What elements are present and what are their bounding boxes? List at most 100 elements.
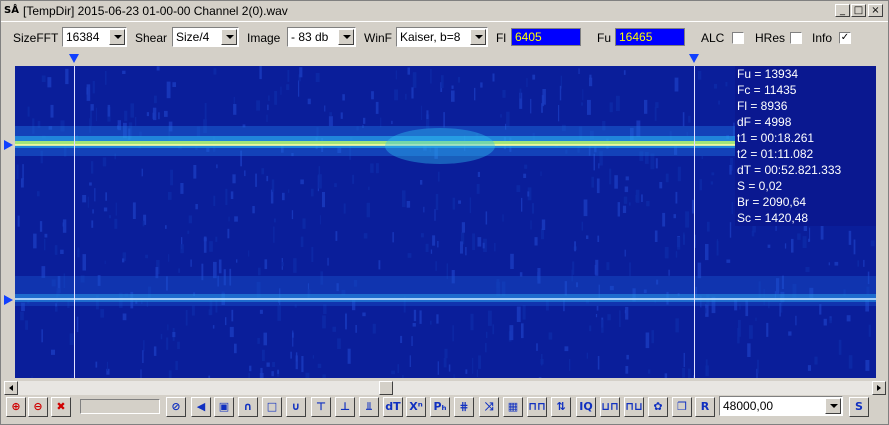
gear-button[interactable]: ✿ (648, 397, 668, 417)
shear-select[interactable]: Size/4 (172, 27, 239, 47)
zoom-reset-icon: ✖ (56, 400, 66, 413)
arc-up-icon: ∩ (243, 400, 253, 413)
speaker-button[interactable]: ◀ (191, 397, 211, 417)
image-label: Image (247, 31, 281, 45)
cursor2-line[interactable] (694, 66, 695, 378)
grid-button[interactable]: ▦ (503, 397, 523, 417)
stop-icon: ⊘ (171, 400, 181, 413)
ph-button[interactable]: Pₕ (430, 397, 450, 417)
winf-label: WinF (364, 31, 392, 45)
alc-label: ALC (701, 31, 725, 45)
image-value: - 83 db (291, 30, 329, 44)
title-bar[interactable]: SÅ [TempDir] 2015-06-23 01-00-00 Channel… (1, 1, 888, 22)
sizefft-select[interactable]: 16384 (62, 27, 127, 47)
scroll-left-button[interactable] (4, 381, 18, 395)
xn-icon: Xⁿ (409, 400, 423, 413)
updown-button[interactable]: ⇅ (551, 397, 571, 417)
alc-checkbox[interactable] (732, 32, 744, 44)
shear-value: Size/4 (176, 30, 210, 44)
arrow-left-icon (9, 385, 13, 391)
chevron-down-icon[interactable] (338, 29, 354, 45)
cursor1-top-marker-icon[interactable] (69, 54, 79, 63)
readout-sc: Sc = 1420,48 (737, 211, 809, 225)
wave2-button[interactable]: ⊓⊔ (624, 397, 644, 417)
zoom-in-icon: ⊕ (11, 400, 21, 413)
readout-t1: t1 = 00:18.261 (737, 131, 815, 145)
app-logo-icon: SÅ (4, 5, 19, 16)
fu-value: 16465 (619, 30, 653, 44)
pulse-icon: ⊓⊓ (528, 400, 546, 413)
horizontal-scrollbar[interactable] (4, 381, 886, 395)
swap-button[interactable]: ⤨ (479, 397, 499, 417)
chevron-down-icon[interactable] (221, 29, 237, 45)
grid-icon: ▦ (507, 400, 519, 413)
hres-label: HRes (755, 31, 786, 45)
updown-icon: ⇅ (556, 400, 566, 413)
pulse-button[interactable]: ⊓⊓ (527, 397, 547, 417)
stop-button[interactable]: ⊘ (166, 397, 186, 417)
iq-button[interactable]: IQ (576, 397, 596, 417)
marker-bottom-button[interactable]: ⊥ (335, 397, 355, 417)
dt-button[interactable]: dT (383, 397, 403, 417)
s-button[interactable]: S (849, 397, 869, 417)
band-marker-lower-icon[interactable] (4, 295, 13, 305)
band-marker-upper-icon[interactable] (4, 140, 13, 150)
zoom-out-icon: ⊖ (33, 400, 43, 413)
readout-t2: t2 = 01:11.082 (737, 147, 814, 161)
marker-top-button[interactable]: ⊤ (311, 397, 331, 417)
samplerate-select[interactable]: 48000,00 (719, 396, 843, 416)
winf-select[interactable]: Kaiser, b=8 (396, 27, 488, 47)
swap-icon: ⤨ (484, 400, 494, 413)
samplerate-value: 48000,00 (723, 399, 774, 413)
zoom-out-button[interactable]: ⊖ (28, 397, 48, 417)
frame-icon: ▣ (218, 400, 230, 413)
fu-label: Fu (597, 31, 612, 45)
copy-button[interactable]: ❐ (672, 397, 692, 417)
window-title: [TempDir] 2015-06-23 01-00-00 Channel 2(… (23, 4, 288, 18)
info-readout-panel: Fu = 13934 Fc = 11435 Fl = 8936 dF = 499… (735, 66, 876, 226)
wave-icon: ⊔⊓ (601, 400, 619, 413)
gear-icon: ✿ (653, 400, 663, 413)
rectangle-button[interactable]: □ (262, 397, 282, 417)
info-checkbox[interactable]: ✓ (839, 32, 851, 44)
marker-both-button[interactable]: ⫫ (359, 397, 379, 417)
ph-icon: Pₕ (433, 400, 447, 413)
minimize-button[interactable]: _ (835, 4, 850, 17)
signal-blob (385, 128, 495, 164)
comb-button[interactable]: ⋕ (454, 397, 474, 417)
maximize-button[interactable]: □ (851, 4, 866, 17)
marker-top-icon: ⊤ (315, 400, 327, 413)
wave-button[interactable]: ⊔⊓ (600, 397, 620, 417)
rectangle-icon: □ (266, 400, 278, 413)
close-button[interactable]: × (868, 4, 883, 17)
frame-button[interactable]: ▣ (214, 397, 234, 417)
r-button[interactable]: R (695, 397, 715, 417)
chevron-down-icon[interactable] (109, 29, 125, 45)
fu-field[interactable]: 16465 (615, 28, 685, 46)
settings-toolbar: SizeFFT 16384 Shear Size/4 Image - 83 db… (1, 22, 888, 52)
xn-button[interactable]: Xⁿ (406, 397, 426, 417)
arrow-right-icon (877, 385, 881, 391)
chevron-down-icon[interactable] (470, 29, 486, 45)
readout-df: dF = 4998 (737, 115, 792, 129)
scroll-thumb[interactable] (379, 381, 393, 395)
fl-field[interactable]: 6405 (511, 28, 581, 46)
spectrogram-canvas[interactable]: Fu = 13934 Fc = 11435 Fl = 8936 dF = 499… (15, 66, 876, 378)
cursor1-line[interactable] (74, 66, 75, 378)
readout-fc: Fc = 11435 (737, 83, 797, 97)
scroll-right-button[interactable] (872, 381, 886, 395)
cursor2-top-marker-icon[interactable] (689, 54, 699, 63)
arc-down-button[interactable]: ∪ (286, 397, 306, 417)
progress-bar (80, 399, 160, 414)
zoom-reset-button[interactable]: ✖ (51, 397, 71, 417)
arc-up-button[interactable]: ∩ (238, 397, 258, 417)
zoom-in-button[interactable]: ⊕ (6, 397, 26, 417)
fl-label: Fl (496, 31, 506, 45)
marker-both-icon: ⫫ (365, 400, 373, 413)
chevron-down-icon[interactable] (825, 398, 841, 414)
image-select[interactable]: - 83 db (287, 27, 356, 47)
signal-band (15, 298, 876, 300)
hres-checkbox[interactable] (790, 32, 802, 44)
copy-icon: ❐ (677, 400, 687, 413)
readout-fu: Fu = 13934 (737, 67, 799, 81)
